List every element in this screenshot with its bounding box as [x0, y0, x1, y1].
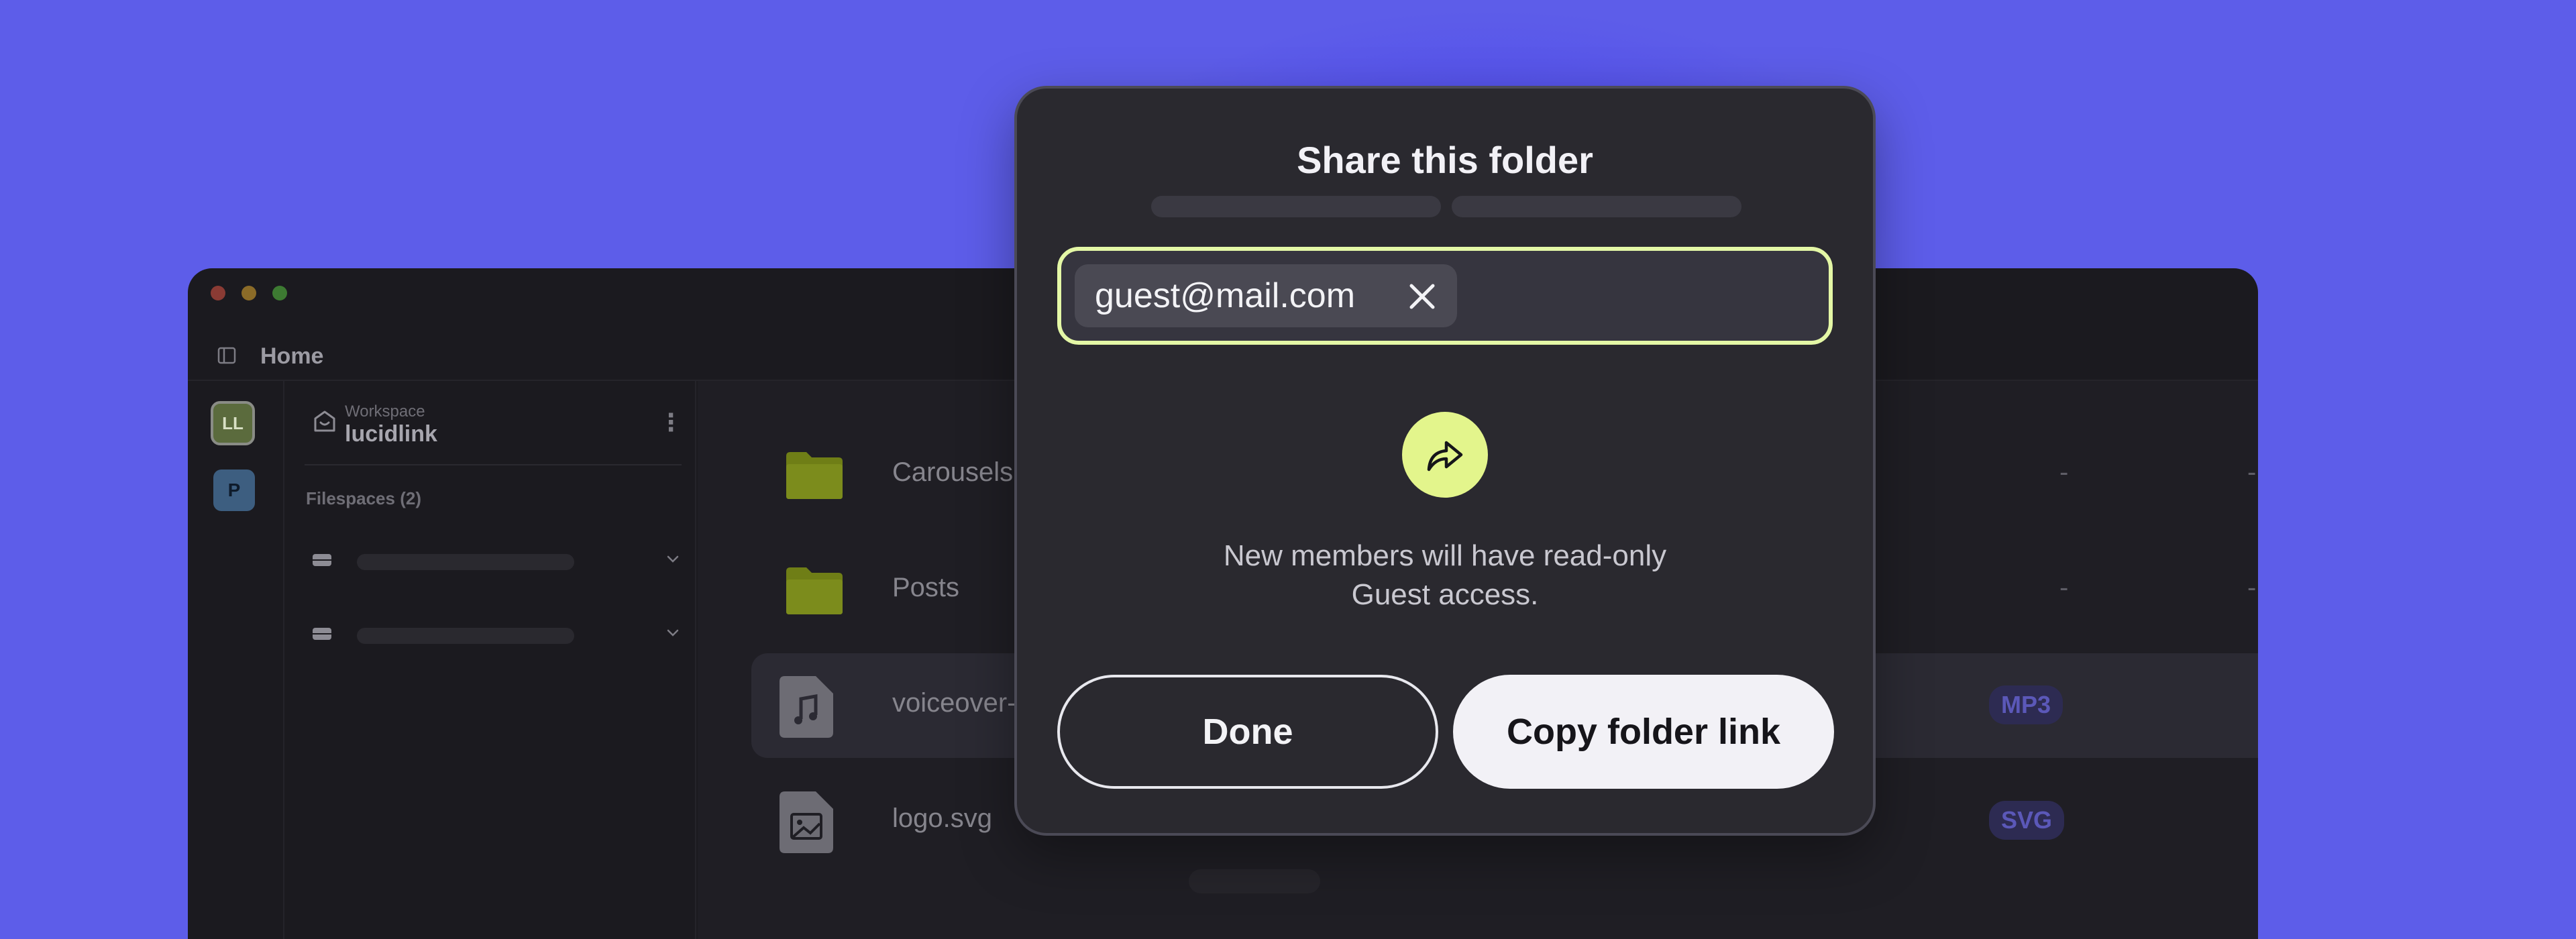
filespace-name-placeholder [357, 628, 574, 644]
access-info-line: Guest access. [1351, 578, 1539, 611]
access-info: New members will have read-only Guest ac… [1017, 537, 1873, 614]
share-dialog: Share this folder guest@mail.com New mem… [1014, 86, 1876, 836]
filespaces-heading: Filespaces (2) [306, 488, 421, 508]
file-meta: - [2059, 457, 2069, 487]
filespace-name-placeholder [357, 554, 574, 570]
workspace-home-icon [314, 410, 335, 432]
page-title: Home [260, 343, 324, 369]
filespace-item[interactable] [305, 539, 680, 579]
workspace-avatar-p[interactable]: P [213, 470, 255, 511]
file-type-badge: SVG [1989, 801, 2065, 840]
file-name: Posts [892, 573, 960, 602]
image-file-icon [780, 791, 833, 853]
share-arrow-icon [1427, 441, 1463, 472]
filespace-item[interactable] [305, 613, 680, 653]
subtitle-placeholder [1151, 196, 1441, 217]
file-meta: - [2247, 573, 2257, 602]
file-name: logo.svg [892, 804, 992, 833]
workspace-name: lucidlink [345, 421, 437, 447]
maximize-window-button[interactable] [272, 286, 287, 300]
share-icon-badge [1402, 412, 1488, 498]
sidebar: Workspace lucidlink ⋮ Filespaces (2) [284, 381, 696, 939]
sidebar-toggle-icon[interactable] [217, 346, 236, 365]
email-chip-text: guest@mail.com [1095, 276, 1356, 315]
file-name: voiceover- [892, 688, 1016, 718]
workspace-avatar-ll[interactable]: LL [211, 401, 255, 445]
email-chip: guest@mail.com [1075, 264, 1457, 327]
copy-folder-link-button[interactable]: Copy folder link [1453, 675, 1834, 789]
invite-email-input[interactable]: guest@mail.com [1057, 247, 1833, 345]
music-file-icon [780, 676, 833, 738]
folder-icon [786, 452, 843, 499]
minimize-window-button[interactable] [241, 286, 256, 300]
chevron-down-icon[interactable] [664, 624, 682, 641]
close-window-button[interactable] [211, 286, 225, 300]
file-type-badge: MP3 [1989, 685, 2063, 724]
close-icon[interactable] [1407, 282, 1437, 311]
window-controls [211, 286, 287, 300]
file-meta: - [2059, 573, 2069, 602]
dialog-title: Share this folder [1297, 139, 1593, 181]
divider [305, 464, 682, 465]
drive-icon [313, 554, 331, 566]
workspace-label: Workspace [345, 402, 425, 421]
folder-icon [786, 567, 843, 614]
subtitle-placeholder [1452, 196, 1741, 217]
placeholder-bar [1189, 869, 1320, 893]
file-meta: - [2247, 457, 2257, 487]
done-button[interactable]: Done [1057, 675, 1438, 789]
chevron-down-icon[interactable] [664, 550, 682, 567]
drive-icon [313, 628, 331, 640]
access-info-line: New members will have read-only [1223, 539, 1667, 572]
workspace-rail: LL P [188, 381, 284, 939]
more-options-icon[interactable]: ⋮ [659, 410, 683, 435]
file-name: Carousels [892, 457, 1014, 487]
